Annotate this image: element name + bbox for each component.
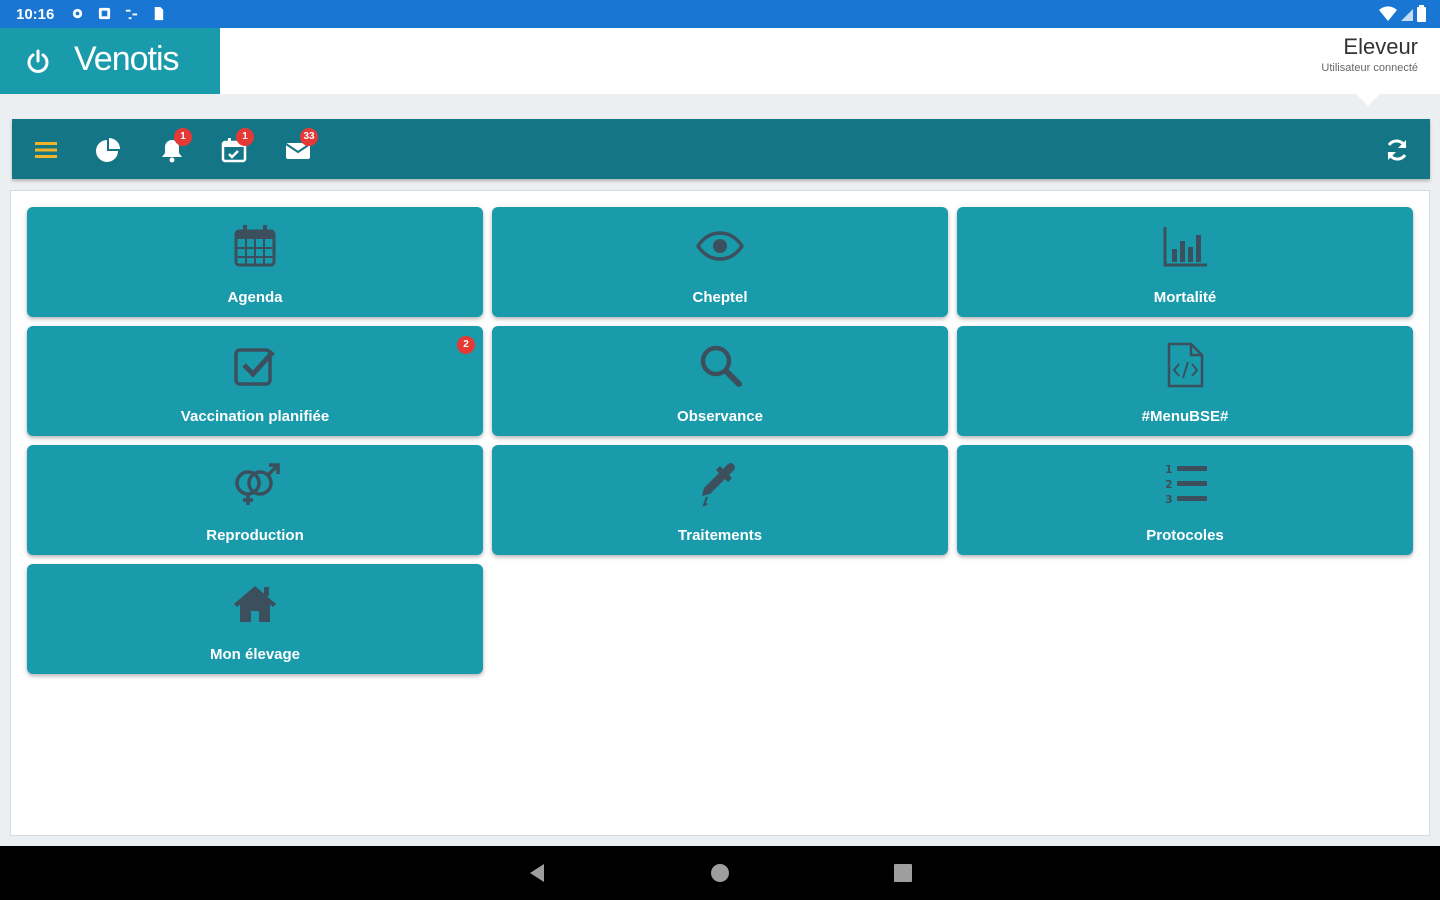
main-panel: Agenda Cheptel Mortalité 2 Vaccination p… — [10, 190, 1430, 836]
tile-label: Traitements — [677, 527, 763, 544]
tile-vaccination-planifiee[interactable]: 2 Vaccination planifiée — [27, 326, 483, 436]
tile-mon-elevage[interactable]: Mon élevage — [27, 564, 483, 674]
tile-label: Vaccination planifiée — [180, 408, 330, 425]
toolbar: 1 1 33 — [12, 119, 1430, 179]
search-icon — [700, 345, 742, 387]
notifications-button[interactable]: 1 — [158, 128, 192, 164]
eyedropper-icon — [702, 463, 735, 507]
wifi-icon — [1379, 5, 1397, 21]
tile-badge: 2 — [457, 336, 475, 354]
numbered-list-icon: 1 2 3 — [1165, 463, 1207, 506]
tile-label: Mortalité — [1153, 289, 1217, 306]
tile-reproduction[interactable]: Reproduction — [27, 445, 483, 555]
user-caret — [1356, 94, 1380, 106]
calendar-icon — [234, 225, 276, 267]
svg-text:3: 3 — [1165, 493, 1173, 506]
gender-icon — [235, 463, 280, 505]
pie-chart-icon — [96, 138, 120, 162]
tile-protocoles[interactable]: 1 2 3 Protocoles — [957, 445, 1413, 555]
messages-badge: 33 — [300, 128, 318, 146]
status-bar: 10:16 — [0, 0, 1440, 28]
svg-text:2: 2 — [1165, 478, 1173, 491]
hamburger-menu-icon — [35, 142, 57, 158]
bar-chart-icon — [1163, 227, 1207, 267]
user-subtitle: Utilisateur connecté — [1321, 62, 1418, 74]
tile-label: #MenuBSE# — [1141, 408, 1229, 425]
calendar-button[interactable]: 1 — [220, 128, 254, 164]
svg-text:1: 1 — [1165, 463, 1173, 476]
tile-menubse[interactable]: #MenuBSE# — [957, 326, 1413, 436]
app-header: Venotis Eleveur Utilisateur connecté — [0, 28, 1440, 94]
checkbox-icon — [234, 348, 275, 386]
tile-cheptel[interactable]: Cheptel — [492, 207, 948, 317]
tile-mortalite[interactable]: Mortalité — [957, 207, 1413, 317]
navigation-bar — [0, 846, 1440, 900]
status-right-icons — [1379, 5, 1426, 22]
tile-traitements[interactable]: Traitements — [492, 445, 948, 555]
tile-label: Reproduction — [206, 527, 304, 544]
back-icon[interactable] — [527, 862, 549, 884]
brand-logo: Venotis — [74, 40, 180, 78]
power-icon[interactable] — [24, 47, 52, 75]
user-info[interactable]: Eleveur Utilisateur connecté — [1321, 34, 1418, 74]
status-time: 10:16 — [16, 6, 55, 23]
tile-agenda[interactable]: Agenda — [27, 207, 483, 317]
messages-button[interactable]: 33 — [284, 128, 318, 164]
notifications-badge: 1 — [174, 128, 192, 146]
calendar-badge: 1 — [236, 128, 254, 146]
code-file-icon — [1167, 342, 1204, 388]
tile-observance[interactable]: Observance — [492, 326, 948, 436]
signal-icon — [1401, 8, 1413, 21]
recents-icon[interactable] — [892, 862, 914, 884]
tile-label: Mon élevage — [209, 646, 301, 663]
home-icon — [234, 586, 276, 622]
eye-icon — [695, 231, 745, 261]
settings-icon — [72, 8, 83, 19]
menu-button[interactable] — [32, 136, 60, 164]
dashboard-button[interactable] — [94, 136, 122, 164]
brand-block: Venotis — [0, 28, 220, 94]
network-icon — [125, 9, 138, 20]
sd-card-icon — [154, 6, 164, 21]
app-notification-icon — [98, 7, 111, 20]
tile-label: Observance — [677, 408, 763, 425]
battery-icon — [1417, 5, 1426, 22]
home-nav-icon[interactable] — [709, 862, 731, 884]
refresh-icon[interactable] — [1384, 137, 1410, 163]
tile-label: Cheptel — [692, 289, 748, 306]
tile-label: Agenda — [227, 289, 283, 306]
user-name: Eleveur — [1343, 34, 1418, 59]
tile-label: Protocoles — [1146, 527, 1224, 544]
